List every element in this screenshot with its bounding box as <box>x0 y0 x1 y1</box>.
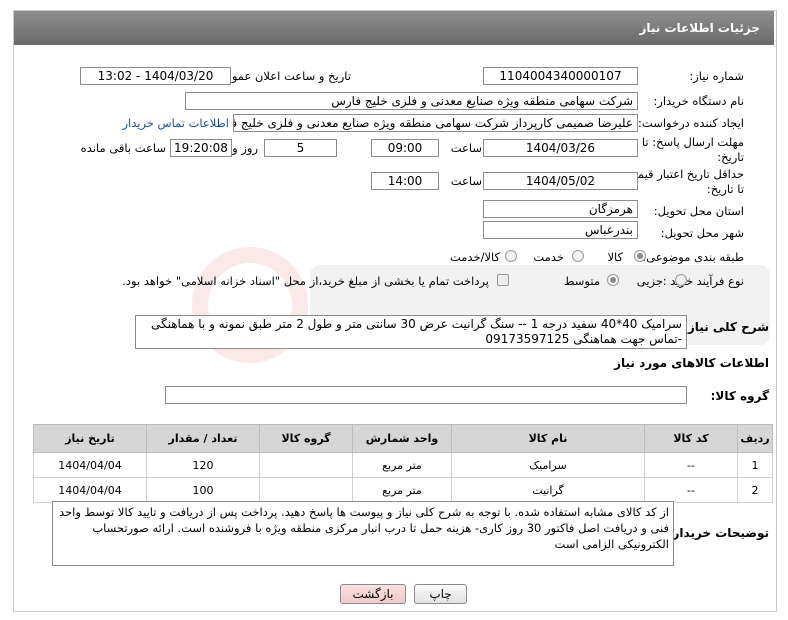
goods-name: گرانیت <box>451 477 645 503</box>
deadline-time-label: ساعت <box>450 141 482 155</box>
need-number-field: 1104004340000107 <box>483 67 638 85</box>
province-label: استان محل تحویل: <box>653 204 744 218</box>
col-need-date: تاریخ نیاز <box>33 424 147 453</box>
panel-header: جزئیات اطلاعات نیاز <box>14 11 774 45</box>
table-row: 1 -- سرامیک متر مربع 120 1404/04/04 <box>33 452 773 478</box>
row-number: 1 <box>737 452 773 478</box>
goods-group <box>259 477 353 503</box>
validity-label-line1: حداقل تاریخ اعتبار قیمت: <box>622 167 744 181</box>
deadline-label-line1: مهلت ارسال پاسخ: تا <box>641 135 744 149</box>
col-goods-group: گروه کالا <box>259 424 353 453</box>
process-option-minor: جزیی <box>636 274 663 288</box>
city-field: بندرعباس <box>483 221 638 239</box>
buyer-contact-link[interactable]: اطلاعات تماس خریدار <box>122 116 229 130</box>
row-number: 2 <box>737 477 773 503</box>
goods-code: -- <box>644 452 738 478</box>
buyer-org-field: شرکت سهامی منطقه ویژه صنایع معدنی و فلزی… <box>185 92 638 110</box>
creator-field: علیرضا صمیمی کارپرداز شرکت سهامی منطقه و… <box>233 114 638 132</box>
remaining-time-label: ساعت باقی مانده <box>80 141 166 155</box>
print-button[interactable]: چاپ <box>414 584 467 604</box>
deadline-date-field: 1404/03/26 <box>483 139 638 157</box>
category-option-goods: کالا <box>607 250 623 264</box>
buyer-label: نام دستگاه خریدار: <box>653 94 744 108</box>
description-textarea[interactable]: سرامیک 40*40 سفید درجه 1 -- سنگ گرانیت ع… <box>135 315 687 349</box>
back-button[interactable]: بازگشت <box>340 584 406 604</box>
city-label: شهر محل تحویل: <box>660 226 744 240</box>
col-unit: واحد شمارش <box>352 424 452 453</box>
goods-group-label: گروه کالا: <box>710 389 769 403</box>
announce-datetime-field: 1404/03/20 - 13:02 <box>80 67 231 85</box>
quantity: 100 <box>146 477 260 503</box>
quantity: 120 <box>146 452 260 478</box>
goods-group <box>259 452 353 478</box>
validity-time-label: ساعت <box>450 174 482 188</box>
validity-time-field: 14:00 <box>371 172 439 190</box>
process-radio-medium[interactable] <box>607 274 619 286</box>
deadline-label-line2: تاریخ: <box>717 150 744 164</box>
remaining-time-field: 19:20:08 <box>170 139 232 157</box>
category-label: طبقه بندی موضوعی: <box>642 250 744 264</box>
category-radio-goods-service[interactable] <box>505 250 517 262</box>
deadline-time-field: 09:00 <box>371 139 439 157</box>
category-option-goods-service: کالا/خدمت <box>449 250 500 264</box>
col-quantity: تعداد / مقدار <box>146 424 260 453</box>
table-header-row: ردیف کد کالا نام کالا واحد شمارش گروه کا… <box>33 424 773 453</box>
treasury-checkbox[interactable] <box>497 274 509 286</box>
category-radio-goods[interactable] <box>634 250 646 262</box>
col-row-number: ردیف <box>737 424 773 453</box>
col-goods-code: کد کالا <box>644 424 738 453</box>
items-table: ردیف کد کالا نام کالا واحد شمارش گروه کا… <box>33 424 773 503</box>
goods-name: سرامیک <box>451 452 645 478</box>
days-remaining-field: 5 <box>264 139 337 157</box>
goods-section-title: اطلاعات کالاهای مورد نیاز <box>614 356 769 370</box>
category-radio-service[interactable] <box>572 250 584 262</box>
process-radio-minor[interactable] <box>675 274 687 286</box>
validity-label-line2: تا تاریخ: <box>706 182 744 196</box>
category-option-service: خدمت <box>533 250 564 264</box>
col-goods-name: نام کالا <box>451 424 645 453</box>
treasury-payment-note: پرداخت تمام یا بخشی از مبلغ خرید،از محل … <box>122 274 489 288</box>
days-word-label: روز و <box>232 141 258 155</box>
buyer-notes-label: توضیحات خریدار: <box>667 526 769 540</box>
need-date: 1404/04/04 <box>33 477 147 503</box>
goods-code: -- <box>644 477 738 503</box>
goods-group-field <box>165 386 687 404</box>
table-row: 2 -- گرانیت متر مربع 100 1404/04/04 <box>33 477 773 503</box>
creator-label: ایجاد کننده درخواست: <box>638 116 744 130</box>
need-number-label: شماره نیاز: <box>689 69 744 83</box>
announce-label: تاریخ و ساعت اعلان عمومی: <box>212 69 351 83</box>
unit: متر مربع <box>352 452 452 478</box>
unit: متر مربع <box>352 477 452 503</box>
validity-date-field: 1404/05/02 <box>483 172 638 190</box>
province-field: هرمزگان <box>483 200 638 218</box>
buyer-notes-textarea[interactable]: از کد کالای مشابه استفاده شده. با توجه ب… <box>52 501 674 566</box>
description-label: شرح کلی نیاز: <box>683 320 769 334</box>
process-option-medium: متوسط <box>563 274 600 288</box>
need-date: 1404/04/04 <box>33 452 147 478</box>
